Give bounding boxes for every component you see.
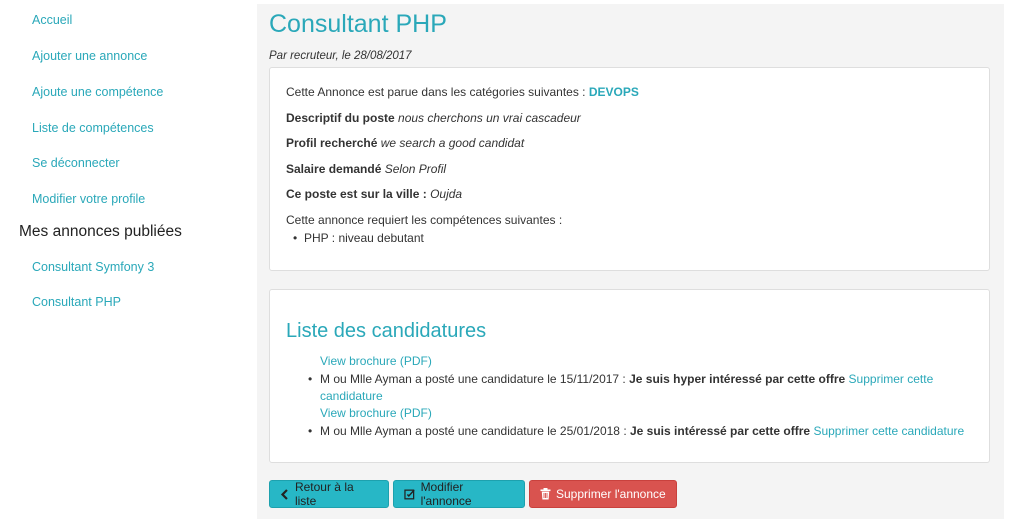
candidature-text-2: M ou Mlle Ayman a posté une candidature … xyxy=(320,424,627,438)
sidebar-item-accueil[interactable]: Accueil xyxy=(32,13,72,27)
candidature-message-2: Je suis intéressé par cette offre xyxy=(630,424,811,438)
sidebar-item-liste-competences[interactable]: Liste de compétences xyxy=(32,121,154,135)
competence-item: PHP : niveau debutant xyxy=(293,231,424,245)
candidatures-title: Liste des candidatures xyxy=(286,320,487,342)
sidebar-item-ajoute-competence[interactable]: Ajoute une compétence xyxy=(32,85,163,99)
edit-icon xyxy=(404,489,415,500)
edit-annonce-button[interactable]: Modifier l'annonce xyxy=(393,480,525,508)
profil-value: we search a good candidat xyxy=(380,136,525,150)
delete-annonce-label: Supprimer l'annonce xyxy=(556,487,666,501)
profil-label: Profil recherché xyxy=(286,136,378,150)
profil-line: Profil recherché we search a good candid… xyxy=(286,136,524,150)
candidature-text-1: M ou Mlle Ayman a posté une candidature … xyxy=(320,372,626,386)
salaire-line: Salaire demandé Selon Profil xyxy=(286,162,446,176)
descriptif-label: Descriptif du poste xyxy=(286,111,395,125)
category-badge[interactable]: DEVOPS xyxy=(589,85,639,99)
sidebar-heading-annonces: Mes annonces publiées xyxy=(19,223,182,240)
candidature-item-1: M ou Mlle Ayman a posté une candidature … xyxy=(308,371,980,405)
back-to-list-label: Retour à la liste xyxy=(294,480,354,508)
salaire-value: Selon Profil xyxy=(384,162,447,176)
edit-annonce-label: Modifier l'annonce xyxy=(420,480,472,508)
chevron-left-icon xyxy=(280,488,288,500)
sidebar-item-modifier-profile[interactable]: Modifier votre profile xyxy=(32,192,145,206)
ville-line: Ce poste est sur la ville : Oujda xyxy=(286,187,462,201)
trash-icon xyxy=(540,488,551,500)
page-title: Consultant PHP xyxy=(269,10,447,38)
candidature-item-2: M ou Mlle Ayman a posté une candidature … xyxy=(308,423,980,440)
sidebar-item-se-deconnecter[interactable]: Se déconnecter xyxy=(32,156,120,170)
ville-value: Oujda xyxy=(430,187,463,201)
delete-candidature-link-2[interactable]: Supprimer cette candidature xyxy=(813,424,964,438)
candidature-message-1: Je suis hyper intéressé par cette offre xyxy=(629,372,846,386)
competences-intro: Cette annonce requiert les compétences s… xyxy=(286,213,563,227)
sidebar-annonce-php[interactable]: Consultant PHP xyxy=(32,295,121,309)
categories-line: Cette Annonce est parue dans les catégor… xyxy=(286,85,639,99)
sidebar-item-ajouter-annonce[interactable]: Ajouter une annonce xyxy=(32,49,147,63)
sidebar-annonce-symfony[interactable]: Consultant Symfony 3 xyxy=(32,260,154,274)
byline: Par recruteur, le 28/08/2017 xyxy=(269,50,412,62)
view-brochure-link-2[interactable]: View brochure (PDF) xyxy=(320,406,432,420)
sidebar: Accueil Ajouter une annonce Ajoute une c… xyxy=(0,0,250,529)
candidatures-card: Liste des candidatures View brochure (PD… xyxy=(269,289,990,463)
ville-label: Ce poste est sur la ville : xyxy=(286,187,427,201)
delete-candidature-1-part2: candidature xyxy=(320,389,383,403)
delete-annonce-button[interactable]: Supprimer l'annonce xyxy=(529,480,677,508)
descriptif-line: Descriptif du poste nous cherchons un vr… xyxy=(286,111,581,125)
annonce-details-card: Cette Annonce est parue dans les catégor… xyxy=(269,67,990,271)
descriptif-value: nous cherchons un vrai cascadeur xyxy=(398,111,581,125)
categories-prefix: Cette Annonce est parue dans les catégor… xyxy=(286,85,586,99)
back-to-list-button[interactable]: Retour à la liste xyxy=(269,480,389,508)
main-panel: Consultant PHP Par recruteur, le 28/08/2… xyxy=(257,4,1004,519)
salaire-label: Salaire demandé xyxy=(286,162,382,176)
delete-candidature-1-part1: Supprimer cette xyxy=(848,372,934,386)
view-brochure-link-1[interactable]: View brochure (PDF) xyxy=(320,354,432,368)
